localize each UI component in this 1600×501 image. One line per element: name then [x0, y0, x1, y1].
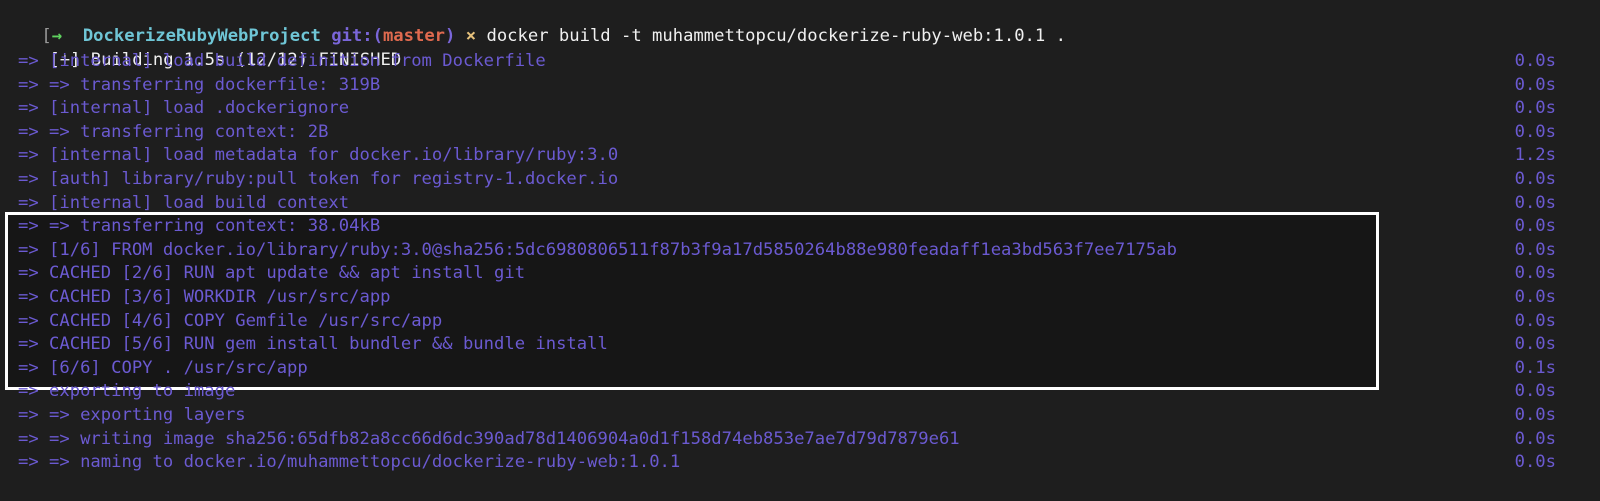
- build-step-text: => [1/6] FROM docker.io/library/ruby:3.0…: [18, 239, 1177, 260]
- build-step-text: => => exporting layers: [18, 405, 246, 425]
- build-step-time: 0.1s: [1514, 357, 1556, 378]
- build-step-time: 0.0s: [1514, 239, 1556, 260]
- build-step-text: => [internal] load .dockerignore: [18, 98, 350, 119]
- build-step-row: => CACHED [3/6] WORKDIR /usr/src/app 0.0s: [0, 286, 1600, 310]
- build-step-time: 1.2s: [1514, 145, 1556, 166]
- build-step-time: 0.0s: [1514, 452, 1556, 473]
- build-step-row: => [auth] library/ruby:pull token for re…: [0, 168, 1600, 192]
- build-step-row: => [internal] load metadata for docker.i…: [0, 144, 1600, 168]
- build-step-time: 0.0s: [1514, 169, 1556, 189]
- build-step-time: 0.0s: [1514, 334, 1556, 355]
- build-step-text: => CACHED [3/6] WORKDIR /usr/src/app: [18, 287, 391, 307]
- build-step-time: 0.0s: [1514, 98, 1556, 119]
- build-step-text: => => naming to docker.io/muhammettopcu/…: [18, 452, 681, 473]
- build-step-row: => [internal] load build definition from…: [0, 50, 1600, 74]
- build-step-text: => CACHED [2/6] RUN apt update && apt in…: [18, 263, 526, 284]
- build-step-text: => => writing image sha256:65dfb82a8cc66…: [18, 428, 960, 449]
- build-step-row: => => naming to docker.io/muhammettopcu/…: [0, 451, 1600, 475]
- build-step-row: => => transferring context: 2B 0.0s: [0, 121, 1600, 145]
- build-step-time: 0.0s: [1514, 192, 1556, 213]
- build-step-time: 0.0s: [1514, 74, 1556, 95]
- build-step-row: => CACHED [2/6] RUN apt update && apt in…: [0, 262, 1600, 286]
- build-step-time: 0.0s: [1514, 263, 1556, 284]
- prompt-line: [→ DockerizeRubyWebProject git:(master) …: [0, 1, 1600, 46]
- build-step-text: => [auth] library/ruby:pull token for re…: [18, 169, 619, 189]
- build-step-row: => CACHED [5/6] RUN gem install bundler …: [0, 333, 1600, 357]
- build-step-text: => [internal] load build context: [18, 192, 350, 213]
- build-step-row: => CACHED [4/6] COPY Gemfile /usr/src/ap…: [0, 310, 1600, 334]
- build-step-time: 0.0s: [1514, 428, 1556, 449]
- build-step-row: => [6/6] COPY . /usr/src/app 0.1s: [0, 357, 1600, 381]
- build-step-time: 0.0s: [1514, 310, 1556, 331]
- build-step-row: => [internal] load .dockerignore 0.0s: [0, 97, 1600, 121]
- build-status: [+] Building 1.5s (12/12) FINISHED: [8, 25, 1600, 70]
- build-step-row: => [internal] load build context 0.0s: [0, 192, 1600, 216]
- build-step-text: => => transferring context: 2B: [18, 121, 329, 142]
- build-step-text: => CACHED [4/6] COPY Gemfile /usr/src/ap…: [18, 310, 443, 331]
- build-step-time: 0.0s: [1514, 51, 1556, 71]
- build-step-time: 0.0s: [1514, 216, 1556, 237]
- build-step-row: => => exporting layers 0.0s: [0, 404, 1600, 428]
- build-step-row: => [1/6] FROM docker.io/library/ruby:3.0…: [0, 239, 1600, 263]
- build-step-row: => => writing image sha256:65dfb82a8cc66…: [0, 428, 1600, 452]
- build-step-row: => exporting to image 0.0s: [0, 380, 1600, 404]
- build-step-row: => => transferring dockerfile: 319B 0.0s: [0, 74, 1600, 98]
- build-step-time: 0.0s: [1514, 405, 1556, 425]
- build-step-text: => [internal] load metadata for docker.i…: [18, 145, 619, 166]
- build-step-text: => [6/6] COPY . /usr/src/app: [18, 357, 308, 378]
- build-step-time: 0.0s: [1514, 381, 1556, 402]
- build-step-text: => CACHED [5/6] RUN gem install bundler …: [18, 334, 608, 355]
- build-step-row: => => transferring context: 38.04kB 0.0s: [0, 215, 1600, 239]
- build-step-text: => => transferring context: 38.04kB: [18, 216, 381, 237]
- build-step-time: 0.0s: [1514, 121, 1556, 142]
- terminal-window[interactable]: [→ DockerizeRubyWebProject git:(master) …: [0, 0, 1600, 501]
- build-step-text: => exporting to image: [18, 381, 236, 402]
- build-step-text: => [internal] load build definition from…: [18, 51, 546, 71]
- build-step-time: 0.0s: [1514, 287, 1556, 307]
- build-step-text: => => transferring dockerfile: 319B: [18, 74, 381, 95]
